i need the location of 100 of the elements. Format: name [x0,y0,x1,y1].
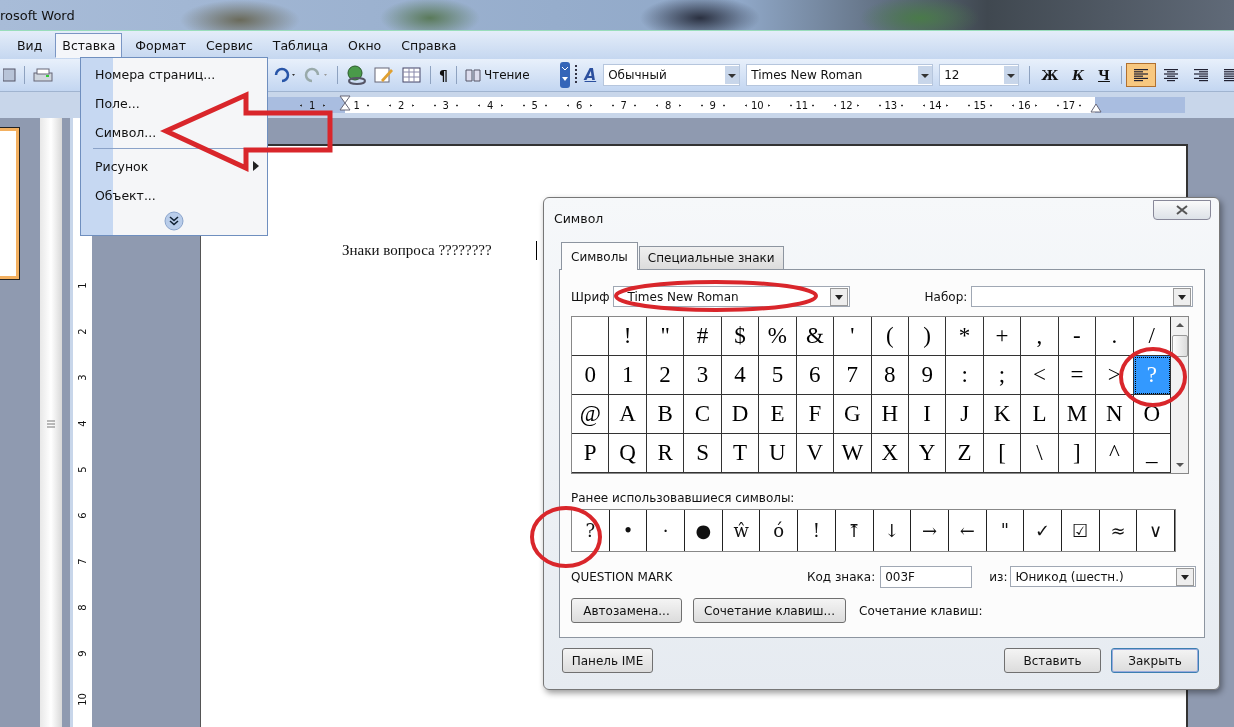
styles-button[interactable]: A [581,66,600,84]
symbol-cell[interactable]: K [983,395,1022,434]
symbol-cell[interactable]: 3 [684,356,722,395]
menu-item[interactable]: Символ... [95,119,267,145]
symbol-cell[interactable]: % [759,317,797,356]
symbol-cell[interactable]: , [1021,317,1059,356]
symbol-cell[interactable]: Q [609,434,647,473]
menu-item[interactable]: Вид [10,32,50,58]
symbol-cell[interactable]: H [871,395,909,434]
menu-item[interactable]: Таблица [265,32,336,58]
symbol-cell[interactable]: ⤒ [835,510,874,551]
symbol-cell[interactable]: C [684,395,722,434]
symbol-cell[interactable]: ( [871,317,909,356]
close-dialog-button[interactable]: Закрыть [1111,648,1199,673]
symbol-cell[interactable]: 8 [871,356,909,395]
symbol-cell[interactable]: E [759,395,797,434]
symbol-cell[interactable]: ● [685,510,723,551]
symbol-cell[interactable]: S [684,434,722,473]
insert-button[interactable]: Вставить [1004,648,1101,673]
shortcut-key-button[interactable]: Сочетание клавиш... [693,598,846,623]
symbol-cell[interactable]: ☑ [1061,510,1100,551]
symbol-cell[interactable]: 1 [609,356,647,395]
symbol-cell[interactable]: A [609,395,647,434]
symbol-cell[interactable]: ^ [1096,434,1134,473]
symbol-cell[interactable]: 5 [759,356,797,395]
symbol-cell[interactable]: 2 [646,356,685,395]
symbol-cell[interactable]: L [1021,395,1059,434]
symbol-cell[interactable]: B [646,395,685,434]
symbol-cell[interactable]: • [609,510,648,551]
reading-button[interactable]: Чтение [460,66,534,84]
symbol-cell[interactable]: F [796,395,835,434]
symbol-cell[interactable]: M [1058,395,1097,434]
menu-item[interactable]: Вставка [55,32,123,58]
symbol-cell[interactable]: U [759,434,797,473]
font-size-dropdown[interactable]: 12 [939,64,1020,86]
symbol-cell[interactable]: @ [572,395,610,434]
symbol-cell[interactable]: · [647,510,686,551]
symbol-cell[interactable]: T [721,434,760,473]
symbol-cell[interactable]: ∨ [1137,510,1175,551]
menu-item[interactable]: Сервис [199,32,260,58]
menu-item[interactable]: Объект... [95,182,267,208]
symbol-cell[interactable]: 7 [834,356,872,395]
symbol-cell[interactable]: 0 [572,356,610,395]
show-marks-button[interactable]: ¶ [435,65,452,85]
symbol-cell[interactable]: ' [834,317,872,356]
encoding-dropdown[interactable]: Юникод (шестн.) [1010,566,1197,587]
symbol-cell[interactable]: D [721,395,760,434]
symbol-cell[interactable]: [ [983,434,1022,473]
style-dropdown[interactable]: Обычный [603,64,741,86]
symbol-cell[interactable]: ← [948,510,987,551]
symbol-cell[interactable]: < [1021,356,1059,395]
symbol-cell[interactable]: P [572,434,610,473]
symbol-cell[interactable]: ! [609,317,647,356]
symbol-cell[interactable]: ! [798,510,836,551]
symbol-cell[interactable]: # [684,317,722,356]
symbol-cell[interactable]: → [911,510,949,551]
code-field[interactable]: 003F [880,565,973,588]
symbol-cell[interactable]: : [946,356,984,395]
symbol-cell[interactable]: 4 [721,356,760,395]
symbol-cell[interactable]: X [871,434,909,473]
menu-item[interactable]: Справка [394,32,464,58]
menu-item[interactable]: Окно [341,32,389,58]
symbol-cell[interactable]: ≈ [1099,510,1138,551]
tab[interactable]: Символы [561,242,638,270]
symbol-cell[interactable]: ↓ [873,510,912,551]
symbol-cell[interactable]: G [834,395,872,434]
symbol-cell[interactable]: ✓ [1024,510,1062,551]
symbol-cell[interactable]: " [646,317,685,356]
menu-item[interactable]: Формат [128,32,194,58]
symbol-cell[interactable]: = [1058,356,1097,395]
symbol-cell[interactable]: - [1058,317,1097,356]
symbol-cell[interactable]: ] [1058,434,1097,473]
symbol-cell[interactable]: . [1096,317,1134,356]
symbol-cell[interactable]: " [986,510,1025,551]
symbol-cell[interactable]: $ [721,317,760,356]
symbol-cell[interactable]: \ [1021,434,1059,473]
symbol-cell[interactable]: ó [760,510,799,551]
font-dropdown[interactable]: Times New Roman [746,64,934,86]
symbol-cell[interactable]: > [1096,356,1134,395]
symbol-cell[interactable]: ŵ [722,510,761,551]
symbol-cell[interactable]: Y [908,434,947,473]
menu-item[interactable]: Поле... [95,90,267,116]
format-button[interactable]: Ж [1034,65,1066,85]
symbol-cell[interactable]: 9 [908,356,947,395]
symbol-cell[interactable]: ; [983,356,1022,395]
format-button[interactable]: К [1065,65,1092,85]
tab[interactable]: Специальные знаки [638,246,784,269]
symbol-cell[interactable]: Z [946,434,984,473]
symbol-cell[interactable]: V [796,434,835,473]
symbol-cell[interactable]: W [834,434,872,473]
symbol-cell[interactable]: + [983,317,1022,356]
format-button[interactable]: Ч [1091,65,1117,85]
symbol-cell[interactable]: * [946,317,984,356]
symbol-cell[interactable]: ) [908,317,947,356]
menu-item[interactable]: Номера страниц... [95,61,267,87]
autocorrect-button[interactable]: Автозамена... [571,598,682,623]
symbol-cell[interactable]: 6 [796,356,835,395]
symbol-cell[interactable]: I [908,395,947,434]
symbol-cell[interactable]: & [796,317,835,356]
symbol-cell[interactable]: ? [572,510,610,551]
